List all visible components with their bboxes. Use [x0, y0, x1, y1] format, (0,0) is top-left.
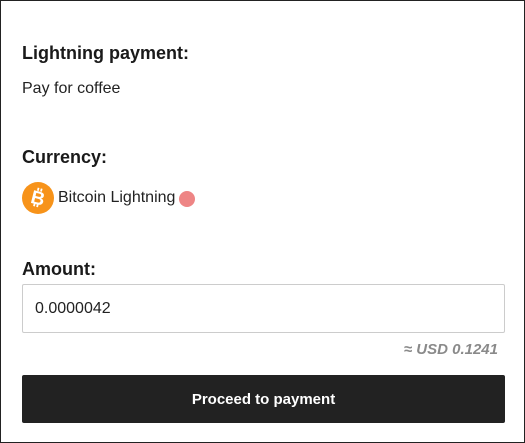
bitcoin-icon: B [22, 182, 54, 214]
currency-row: B Bitcoin Lightning [22, 182, 196, 214]
payment-title: Lightning payment: [22, 43, 189, 63]
status-dot [179, 191, 196, 207]
payment-card: Lightning payment: Pay for coffee Curren… [0, 0, 525, 443]
usd-estimate: ≈ USD 0.1241 [403, 341, 498, 358]
currency-title: Currency: [22, 147, 108, 167]
amount-title: Amount: [22, 259, 96, 279]
amount-input[interactable] [22, 284, 505, 333]
proceed-to-payment-button[interactable]: Proceed to payment [22, 375, 505, 423]
payment-description: Pay for coffee [22, 80, 121, 97]
currency-name: Bitcoin Lightning [58, 189, 176, 206]
